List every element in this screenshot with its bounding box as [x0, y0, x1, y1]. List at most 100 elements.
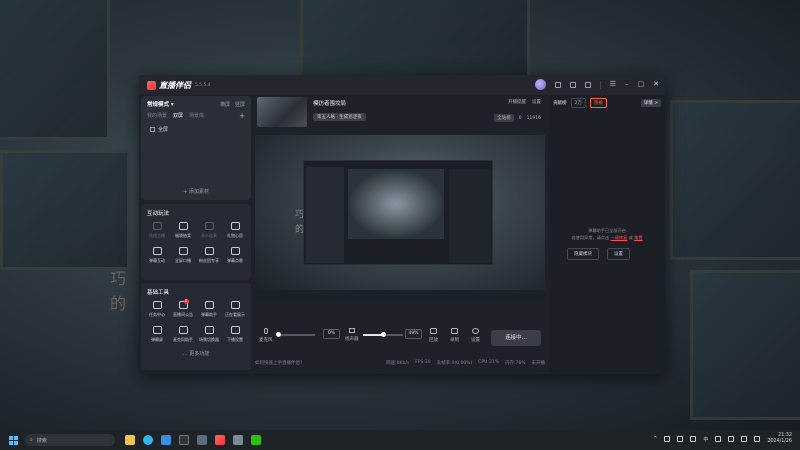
volume-icon[interactable]	[741, 436, 748, 442]
panel-settings-button[interactable]: 设置	[607, 248, 630, 260]
hide-module-button[interactable]: 隐藏模块	[567, 248, 599, 260]
basic-tool[interactable]: 弹幕助手	[196, 301, 222, 318]
mic-volume-value[interactable]: 0%	[323, 329, 340, 339]
title-bar[interactable]: 直播伴侣 5.5.5.4 ☰ – □ ✕	[139, 75, 665, 95]
start-button[interactable]	[9, 435, 18, 445]
interactive-tool[interactable]: 礼物心愿	[222, 222, 248, 239]
basic-tool[interactable]: 下播设置	[222, 326, 248, 343]
replay-button[interactable]: 回放	[429, 328, 438, 343]
basic-tool[interactable]: 任务中心	[144, 301, 170, 318]
live-companion-window: 直播伴侣 5.5.5.4 ☰ – □ ✕ 常规模式 ▾ 横屏 竖屏 我的场景 双…	[139, 75, 665, 374]
file-explorer-icon[interactable]	[125, 435, 135, 445]
network-icon[interactable]	[664, 436, 671, 442]
user-avatar[interactable]	[534, 79, 546, 90]
menu-icon[interactable]: ☰	[610, 81, 616, 88]
add-scene-button[interactable]: +	[239, 112, 245, 119]
rank-badge[interactable]: 全站榜	[494, 114, 514, 122]
speaker-volume-value[interactable]: 49%	[405, 329, 422, 339]
basic-tool[interactable]: 正在看展示	[222, 301, 248, 318]
wallpaper-frame	[670, 100, 800, 260]
help-icon[interactable]	[584, 81, 591, 88]
tool-icon	[152, 247, 162, 255]
interactive-tool[interactable]: 福袋抽奖	[170, 222, 196, 239]
tab-contribution[interactable]: 贡献榜	[553, 100, 567, 106]
app-icon[interactable]	[197, 435, 207, 445]
terminal-icon[interactable]	[179, 435, 189, 445]
mic-tray-icon[interactable]	[677, 436, 684, 442]
room-category-tag[interactable]: 第五人格 · 生成巡逻夜	[313, 113, 366, 121]
basic-tool[interactable]: 场景切换器	[196, 326, 222, 343]
reset-link[interactable]: 重置	[634, 235, 642, 240]
mode-dropdown[interactable]: 常规模式 ▾	[147, 100, 174, 108]
scene-item[interactable]: 全屏	[141, 119, 251, 140]
mic-volume-slider[interactable]	[276, 332, 315, 337]
interactive-tool[interactable]: 弹幕点歌	[222, 247, 248, 264]
gear-icon	[472, 328, 479, 334]
interactive-tool[interactable]: 弹幕互动	[144, 247, 170, 264]
battery-icon[interactable]	[754, 436, 761, 442]
more-features-button[interactable]: … 更多功能	[141, 343, 251, 357]
basic-tool[interactable]: 麦克风助手	[170, 326, 196, 343]
maximize-button[interactable]: □	[638, 81, 645, 88]
message-icon[interactable]	[554, 81, 561, 88]
tool-icon	[230, 301, 240, 309]
basic-tool[interactable]: 弹幕屏	[144, 326, 170, 343]
tool-icon	[178, 326, 188, 334]
tool-label: 粉丝团专享	[199, 258, 219, 263]
landscape-toggle[interactable]: 横屏	[220, 101, 230, 108]
details-button[interactable]: 详情 >	[640, 99, 661, 107]
wifi-icon[interactable]	[728, 436, 735, 442]
edge-icon[interactable]	[143, 435, 153, 445]
help-tip-link[interactable]: 如何快速上手直播伴侣?	[255, 360, 302, 366]
interactive-tool[interactable]: 全屏口播	[170, 247, 196, 264]
status-line: 若使用异常，请点击	[571, 235, 610, 240]
chevron-up-icon[interactable]: ^	[653, 436, 657, 442]
portrait-toggle[interactable]: 竖屏	[235, 101, 245, 108]
basic-tool[interactable]: 1 直播间公告	[170, 299, 196, 318]
mic-control[interactable]: 麦克风	[259, 328, 273, 343]
room-settings-button[interactable]: 设置	[532, 99, 541, 105]
live-reminder-button[interactable]: 开播提醒	[508, 99, 526, 105]
taskbar-search[interactable]: ⌕ 搜索	[25, 434, 115, 446]
basic-tools-section: 基础工具 任务中心 1 直播间公告 弹幕助手 正在看展示 弹幕屏 麦克风助手 场景切换器 下播设…	[141, 283, 251, 370]
tab-dual-screen[interactable]: 双屏	[173, 112, 183, 119]
hot-rank-badge[interactable]: 热榜	[589, 98, 607, 108]
minimize-button[interactable]: –	[625, 81, 629, 88]
tab-scene-library[interactable]: 场景库	[189, 112, 204, 119]
app-tray-icon[interactable]	[690, 436, 697, 442]
settings-button[interactable]: 设置	[471, 328, 480, 343]
tool-icon	[230, 247, 240, 255]
room-cover[interactable]	[257, 97, 307, 127]
headset-icon[interactable]	[569, 81, 576, 88]
interactive-tool[interactable]: 连线主播	[144, 222, 170, 239]
close-button[interactable]: ✕	[653, 81, 659, 88]
wechat-icon[interactable]	[251, 435, 261, 445]
clock[interactable]: 21:32 2024/1/26	[767, 433, 792, 445]
interactive-tool[interactable]: 粉丝团专享	[196, 247, 222, 264]
fps: FPS:30	[415, 360, 431, 365]
speaker-volume-slider[interactable]	[363, 332, 403, 337]
tab-my-scenes[interactable]: 我的场景	[147, 112, 167, 119]
game-icon[interactable]	[233, 435, 243, 445]
stream-preview[interactable]: 巧 的	[255, 135, 545, 298]
tool-icon	[204, 301, 214, 309]
fans-count[interactable]: 2万	[570, 98, 586, 108]
one-click-fix-link[interactable]: 一键修复	[611, 235, 628, 240]
likes-count: 0	[518, 115, 522, 121]
go-live-button[interactable]: 连接中...	[491, 330, 541, 346]
speaker-control[interactable]: 扬声器	[345, 328, 359, 342]
status-bar: 如何快速上手直播伴侣? 网速:0Kb/s FPS:30 丢帧率:0(0.00%)…	[255, 359, 545, 367]
right-panel: 贡献榜 2万 热榜 详情 > 弹幕助手已全部开启 若使用异常，请点击 一键修复 …	[549, 96, 665, 374]
input-tray-icon[interactable]	[715, 436, 722, 442]
tool-label: 任务中心	[149, 312, 165, 317]
add-source-button[interactable]: + 添加素材	[141, 188, 251, 195]
store-icon[interactable]	[161, 435, 171, 445]
ime-indicator[interactable]: 中	[703, 436, 708, 443]
interactive-tool[interactable]: 多人连麦	[196, 222, 222, 239]
room-title[interactable]: 模仿者围坟局	[313, 99, 346, 107]
notification-badge: 1	[183, 299, 189, 304]
live-companion-icon[interactable]	[215, 435, 225, 445]
record-button[interactable]: 录制	[450, 328, 459, 343]
rocket-icon	[430, 328, 437, 334]
captured-sidebar	[306, 167, 344, 263]
